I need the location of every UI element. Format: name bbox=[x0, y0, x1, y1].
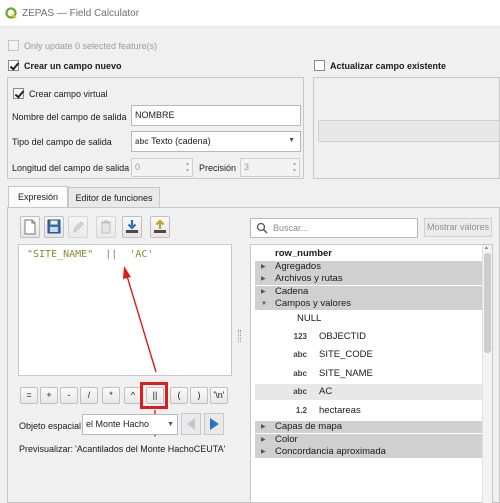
tree-field-item[interactable]: 123 OBJECTID bbox=[255, 329, 483, 345]
tree-field-item[interactable]: abc SITE_NAME bbox=[255, 366, 483, 382]
tree-item-label: Archivos y rutas bbox=[275, 273, 343, 284]
tree-group-item[interactable]: ▶ Cadena bbox=[255, 286, 483, 298]
splitter-handle[interactable] bbox=[238, 330, 241, 342]
field-type-icon: abc bbox=[293, 350, 307, 359]
tree-group-item[interactable]: ▶ Agregados bbox=[255, 261, 483, 273]
next-feature-button[interactable] bbox=[204, 413, 224, 435]
feature-select[interactable]: el Monte Hacho ▼ bbox=[82, 414, 178, 435]
tree-item-label: SITE_NAME bbox=[319, 368, 373, 379]
feature-label: Objeto espacial bbox=[19, 421, 82, 431]
preview-value: 'Acantilados del Monte HachoCEUTA' bbox=[75, 444, 226, 454]
tree-item-label: NULL bbox=[297, 313, 322, 324]
search-icon bbox=[256, 222, 268, 234]
play-right-icon bbox=[210, 418, 219, 430]
expand-closed-icon[interactable]: ▶ bbox=[261, 261, 266, 273]
tree-field-item[interactable]: abc SITE_CODE bbox=[255, 347, 483, 363]
scrollbar-thumb[interactable] bbox=[484, 253, 491, 353]
tree-item-label: Capas de mapa bbox=[275, 421, 343, 432]
expand-closed-icon[interactable]: ▶ bbox=[261, 446, 266, 458]
tree-group-item[interactable]: ▶ Archivos y rutas bbox=[255, 273, 483, 285]
search-input[interactable]: Buscar... bbox=[250, 218, 418, 238]
tree-item-label: Color bbox=[275, 434, 298, 445]
annotation-arrow-up bbox=[126, 275, 157, 373]
arrowhead-up-icon bbox=[123, 266, 131, 279]
expand-closed-icon[interactable]: ▶ bbox=[261, 421, 266, 433]
expand-closed-icon[interactable]: ▶ bbox=[261, 286, 266, 298]
feature-value: el Monte Hacho bbox=[86, 419, 150, 429]
tree-group-item[interactable]: ▶ Color bbox=[255, 434, 483, 446]
tree-item-label: Cadena bbox=[275, 286, 309, 297]
play-left-icon bbox=[187, 418, 195, 430]
field-type-icon: 1.2 bbox=[295, 406, 307, 415]
scroll-up-icon[interactable]: ▲ bbox=[484, 245, 489, 251]
tree-item-label: SITE_CODE bbox=[319, 349, 373, 360]
tree-group-item[interactable]: ▶ Capas de mapa bbox=[255, 421, 483, 433]
preview-label: Previsualizar: bbox=[19, 444, 74, 454]
tree-item-label: hectareas bbox=[319, 405, 361, 416]
tree-scrollbar[interactable]: ▲ bbox=[482, 245, 492, 503]
tree-field-item[interactable]: 1.2 hectareas bbox=[255, 403, 483, 419]
expand-closed-icon[interactable]: ▶ bbox=[261, 273, 266, 285]
tree-field-item[interactable]: NULL bbox=[255, 311, 483, 327]
tree-item-label: OBJECTID bbox=[319, 331, 366, 342]
expand-open-icon[interactable]: ▼ bbox=[261, 298, 267, 310]
tree-group-item[interactable]: ▶ Concordancia aproximada bbox=[255, 446, 483, 458]
tree-group-item[interactable]: ▼ Campos y valores bbox=[255, 298, 483, 310]
tree-item-label: Agregados bbox=[275, 261, 321, 272]
tree-item-label: Concordancia aproximada bbox=[275, 446, 386, 457]
chevron-down-icon: ▼ bbox=[167, 421, 174, 428]
tree-item-label: AC bbox=[319, 386, 333, 397]
search-placeholder: Buscar... bbox=[273, 223, 309, 233]
expand-closed-icon[interactable]: ▶ bbox=[261, 434, 266, 446]
tree-field-item[interactable]: abc AC bbox=[255, 384, 483, 400]
field-type-icon: 123 bbox=[293, 332, 307, 341]
previous-feature-button[interactable] bbox=[181, 413, 201, 435]
tree-item-label: row_number bbox=[275, 248, 333, 259]
tree-header-item[interactable]: row_number bbox=[255, 248, 483, 260]
tree-item-label: Campos y valores bbox=[275, 298, 352, 309]
field-type-icon: abc bbox=[293, 387, 307, 396]
field-type-icon: abc bbox=[293, 369, 307, 378]
show-values-button[interactable]: Mostrar valores bbox=[424, 218, 492, 237]
